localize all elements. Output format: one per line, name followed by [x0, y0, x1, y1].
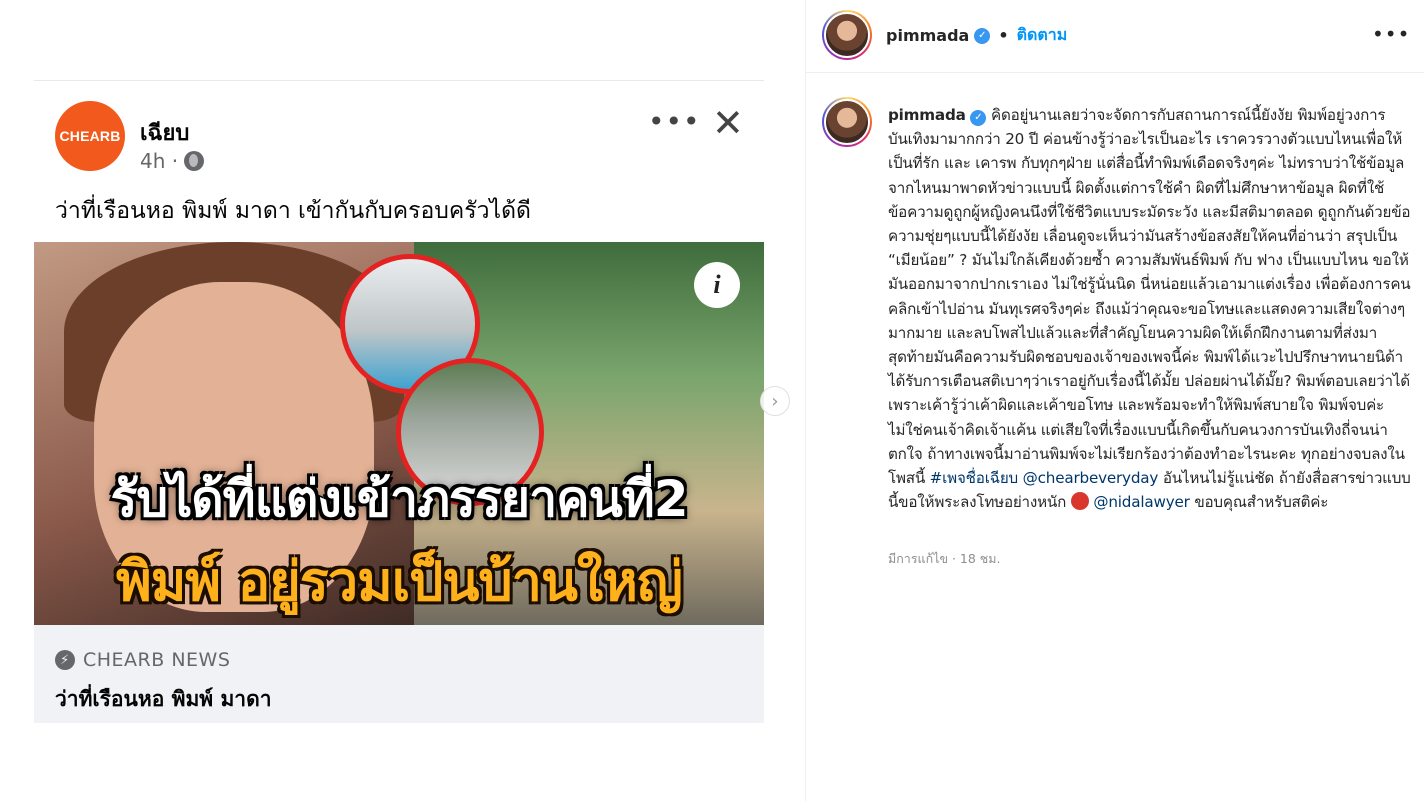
fb-post-header: CHEARB เฉียบ 4h · ••• ✕ [34, 81, 764, 181]
post-header: pimmada ✓ • ติดตาม ••• [806, 0, 1424, 73]
caption-text-1: คิดอยู่นานเลยว่าจะจัดการกับสถานการณ์นี้ย… [888, 106, 1411, 488]
info-icon: i [694, 262, 740, 308]
caption-username-link[interactable]: pimmada [888, 106, 966, 124]
post-caption: pimmada ✓ คิดอยู่นานเลยว่าจะจัดการกับสถา… [888, 103, 1414, 514]
image-headline-1: รับได้ที่แต่งเข้าภรรยาคนที่2 [110, 470, 688, 528]
facebook-post-screenshot: CHEARB เฉียบ 4h · ••• ✕ ว่าที่เรือนหอ พิ… [34, 80, 764, 723]
close-icon: ✕ [712, 101, 744, 145]
verified-badge-icon: ✓ [974, 27, 991, 44]
caption-verified-badge-icon: ✓ [970, 110, 987, 127]
fb-link-title: ว่าที่เรือนหอ พิมพ์ มาดา [55, 687, 272, 711]
instagram-post-view: CHEARB เฉียบ 4h · ••• ✕ ว่าที่เรือนหอ พิ… [0, 0, 1424, 801]
caption-avatar-image [824, 99, 870, 145]
avatar-image [824, 12, 870, 58]
post-media: CHEARB เฉียบ 4h · ••• ✕ ว่าที่เรือนหอ พิ… [0, 0, 805, 801]
globe-icon [184, 151, 205, 171]
more-options-button[interactable]: ••• [1372, 22, 1410, 46]
post-header-user: pimmada ✓ • ติดตาม [886, 23, 1067, 48]
chearb-logo-text: CHEARB [59, 128, 121, 144]
image-headline-2: พิมพ์ อยู่รวมเป็นบ้านใหญ่ [116, 550, 683, 613]
fb-post-caption: ว่าที่เรือนหอ พิมพ์ มาดา เข้ากันกับครอบค… [55, 198, 531, 224]
fb-post-time: 4h · [140, 149, 179, 173]
fb-post-meta: 4h · [140, 149, 205, 173]
fb-link-source-label: CHEARB NEWS [83, 649, 231, 671]
caption-text-3: ขอบคุณสำหรับสติค่ะ [1189, 493, 1329, 512]
caption-edited-time: มีการแก้ไข · 18 ชม. [888, 551, 1001, 566]
fb-link-preview: ⚡ CHEARB NEWS ว่าที่เรือนหอ พิมพ์ มาดา [34, 625, 764, 723]
next-media-button[interactable]: › [760, 386, 790, 416]
separator-dot: • [998, 26, 1009, 45]
fb-post-image: i รับได้ที่แต่งเข้าภรรยาคนที่2 พิมพ์ อยู… [34, 242, 764, 625]
avatar[interactable] [822, 10, 872, 60]
chearb-logo: CHEARB [55, 101, 125, 171]
mention-link-chearbeveryday[interactable]: @chearbeveryday [1023, 469, 1159, 487]
fb-link-source: ⚡ CHEARB NEWS [55, 649, 230, 671]
follow-button[interactable]: ติดตาม [1017, 23, 1068, 48]
post-side-panel: pimmada ✓ • ติดตาม ••• pimmada ✓ คิดอยู่… [805, 0, 1424, 801]
caption-avatar[interactable] [822, 97, 872, 147]
username-link[interactable]: pimmada [886, 26, 969, 45]
hashtag-link[interactable]: #เพจชื่อเฉียบ [930, 469, 1019, 487]
fb-page-name: เฉียบ [140, 121, 190, 146]
mention-link-nidalawyer[interactable]: @nidalawyer [1093, 493, 1190, 511]
angry-face-emoji-icon [1070, 492, 1089, 511]
more-options-icon: ••• [648, 105, 701, 138]
lightning-icon: ⚡ [55, 650, 75, 670]
